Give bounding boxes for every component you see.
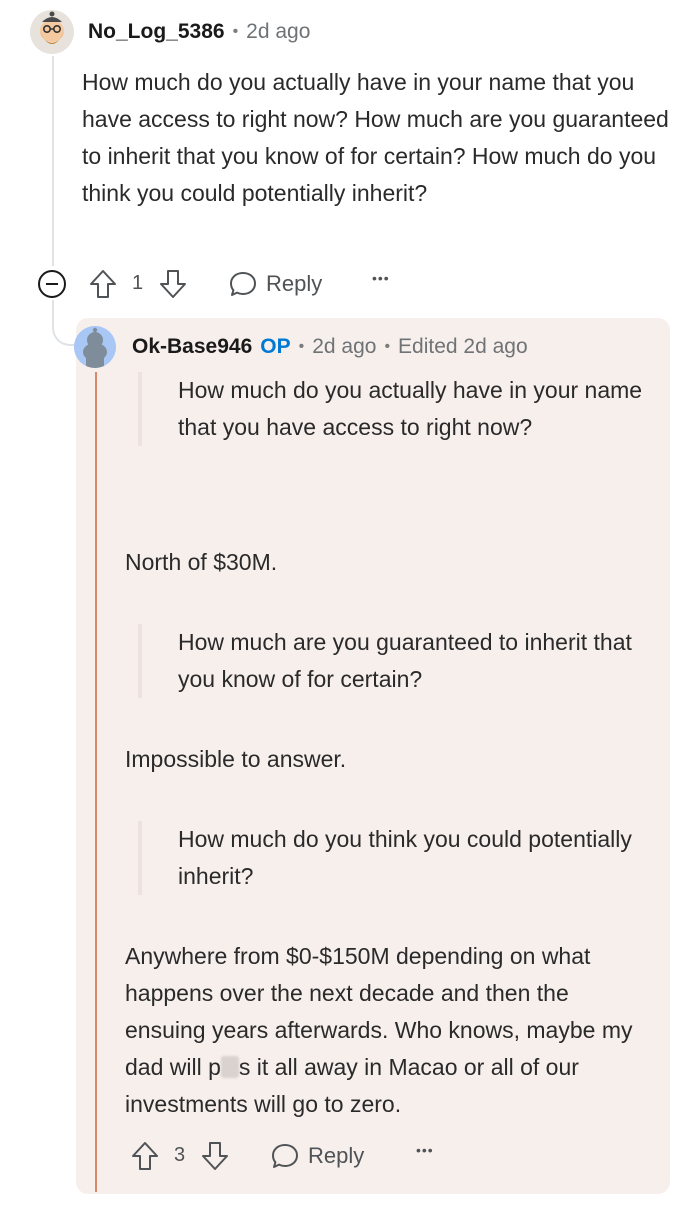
username[interactable]: No_Log_5386: [88, 20, 225, 44]
downvote-button[interactable]: [200, 1140, 230, 1172]
reply-actions: 3 Reply •••: [130, 1138, 460, 1174]
timestamp[interactable]: 2d ago: [246, 20, 310, 44]
snoo-icon: [74, 326, 116, 368]
downvote-icon: [202, 1142, 228, 1170]
vote-count: 3: [174, 1144, 186, 1166]
comment-thread: No_Log_5386 • 2d ago How much do you act…: [0, 0, 700, 1205]
more-options-button[interactable]: •••: [372, 270, 390, 286]
blockquote: How much are you guaranteed to inherit t…: [138, 624, 658, 698]
downvote-icon: [160, 270, 186, 298]
answer-text: North of $30M.: [125, 549, 278, 575]
separator-dot: •: [384, 338, 391, 355]
upvote-button[interactable]: [88, 268, 118, 300]
censored-text: [220, 1056, 239, 1078]
thread-connector: [52, 300, 76, 346]
answer-text: Impossible to answer.: [125, 746, 347, 772]
avatar[interactable]: [74, 326, 116, 368]
upvote-icon: [90, 270, 116, 298]
comment-body: How much do you actually have in your na…: [82, 69, 669, 206]
edited-label: Edited 2d ago: [398, 335, 528, 358]
collapse-button[interactable]: [36, 268, 68, 300]
collapse-icon: [38, 270, 66, 298]
blockquote: How much do you think you could potentia…: [138, 821, 658, 895]
avatar[interactable]: [30, 10, 74, 54]
vote-count: 1: [132, 272, 144, 294]
reply-icon: [272, 1144, 298, 1168]
comment-actions: 1 Reply •••: [36, 266, 416, 302]
reply-label: Reply: [266, 271, 323, 296]
comment-header: No_Log_5386 • 2d ago: [88, 20, 310, 44]
downvote-button[interactable]: [158, 268, 188, 300]
separator-dot: •: [298, 338, 305, 355]
reply-button[interactable]: Reply: [270, 1140, 364, 1172]
answer-text: Anywhere from $0-$150M depending on what…: [125, 938, 655, 1123]
bearded-snoo-icon: [30, 10, 74, 54]
reply-thread-line[interactable]: [95, 372, 97, 1192]
reply-button[interactable]: Reply: [228, 268, 322, 300]
upvote-button[interactable]: [130, 1140, 160, 1172]
more-options-button[interactable]: •••: [416, 1142, 434, 1158]
reply-label: Reply: [308, 1143, 365, 1168]
separator-dot: •: [232, 23, 239, 40]
thread-line[interactable]: [52, 56, 54, 266]
username[interactable]: Ok-Base946: [132, 335, 252, 359]
reply-header: Ok-Base946 OP • 2d ago • Edited 2d ago: [132, 335, 528, 359]
op-badge: OP: [260, 335, 291, 358]
upvote-icon: [132, 1142, 158, 1170]
blockquote: How much do you actually have in your na…: [138, 372, 658, 446]
timestamp[interactable]: 2d ago: [312, 335, 376, 359]
reply-icon: [230, 272, 256, 296]
